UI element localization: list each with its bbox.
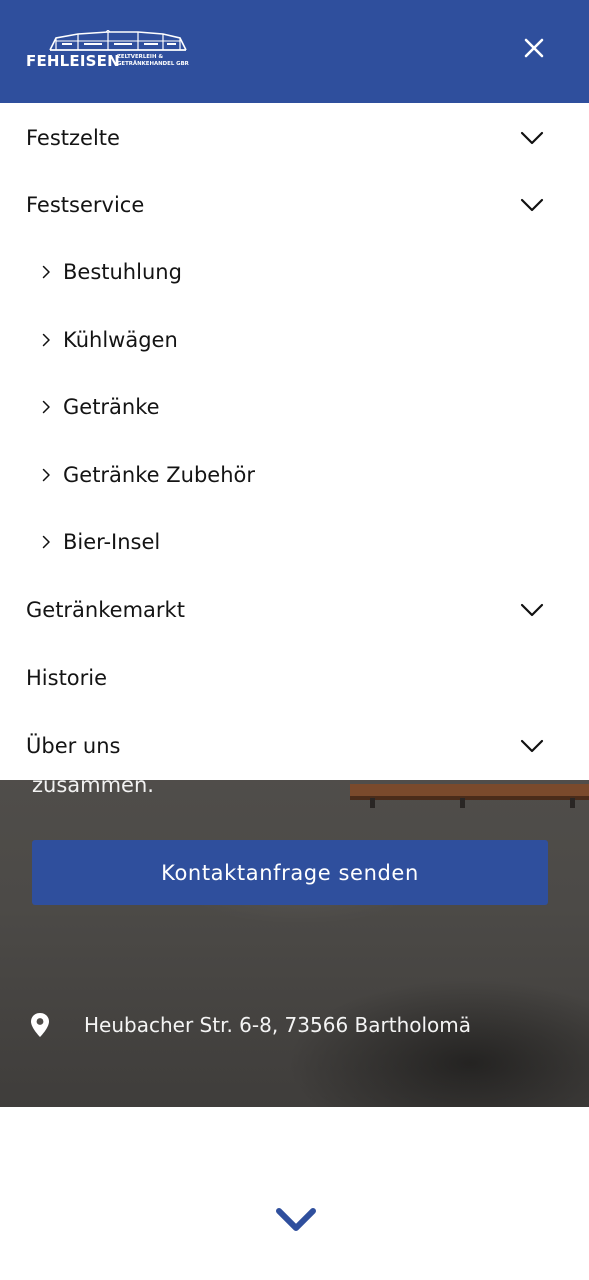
logo-subtitle-line2: GETRÄNKEHANDEL GBR [117, 61, 189, 67]
chevron-down-icon[interactable] [520, 131, 544, 145]
chevron-down-icon[interactable] [520, 603, 544, 617]
chevron-right-icon [42, 333, 50, 346]
logo-subtitle: ZELTVERLEIH & GETRÄNKEHANDEL GBR [117, 54, 197, 68]
close-icon[interactable] [516, 30, 552, 66]
chevron-down-icon[interactable] [520, 739, 544, 753]
submenu-item-label: Getränke [63, 394, 160, 419]
menu-item-ueber-uns[interactable]: Über uns [0, 712, 589, 779]
submenu-item-kuehlwaegen[interactable]: Kühlwägen [0, 306, 589, 373]
submenu-item-bestuhlung[interactable]: Bestuhlung [0, 238, 589, 305]
mobile-nav-menu: Festzelte Festservice Bestuhlung Kühlwäg… [0, 103, 589, 780]
menu-item-label: Getränkemarkt [26, 597, 185, 622]
address-text: Heubacher Str. 6-8, 73566 Bartholomä [84, 1013, 472, 1037]
menu-item-label: Festzelte [26, 125, 120, 150]
chevron-right-icon [42, 400, 50, 413]
menu-item-getraenkemarkt[interactable]: Getränkemarkt [0, 576, 589, 643]
submenu-item-label: Bestuhlung [63, 259, 182, 284]
fehleisen-logo[interactable]: FEHLEISEN ZELTVERLEIH & GETRÄNKEHANDEL G… [26, 30, 191, 72]
scroll-down-chevron-icon[interactable] [274, 1205, 318, 1237]
chevron-right-icon [42, 468, 50, 481]
submenu-item-getraenke-zubehoer[interactable]: Getränke Zubehör [0, 441, 589, 508]
site-header: FEHLEISEN ZELTVERLEIH & GETRÄNKEHANDEL G… [0, 0, 589, 103]
submenu-item-label: Getränke Zubehör [63, 462, 255, 487]
submenu-item-getraenke[interactable]: Getränke [0, 373, 589, 440]
menu-item-label: Festservice [26, 192, 145, 217]
contact-request-button[interactable]: Kontaktanfrage senden [32, 840, 548, 905]
logo-wordmark: FEHLEISEN [26, 52, 120, 70]
submenu-item-bier-insel[interactable]: Bier-Insel [0, 508, 589, 575]
menu-item-label: Über uns [26, 733, 121, 758]
menu-item-festservice[interactable]: Festservice [0, 171, 589, 238]
menu-item-historie[interactable]: Historie [0, 644, 589, 711]
bench-image [350, 784, 589, 808]
menu-item-festzelte[interactable]: Festzelte [0, 104, 589, 171]
logo-subtitle-line1: ZELTVERLEIH & [117, 54, 164, 60]
address: Heubacher Str. 6-8, 73566 Bartholomä [30, 1008, 471, 1042]
map-pin-icon [31, 1013, 49, 1037]
tent-logo-icon [49, 30, 187, 51]
chevron-down-icon[interactable] [520, 198, 544, 212]
submenu-item-label: Bier-Insel [63, 529, 161, 554]
chevron-right-icon [42, 265, 50, 278]
submenu-item-label: Kühlwägen [63, 327, 178, 352]
menu-item-label: Historie [26, 665, 108, 690]
chevron-right-icon [42, 535, 50, 548]
